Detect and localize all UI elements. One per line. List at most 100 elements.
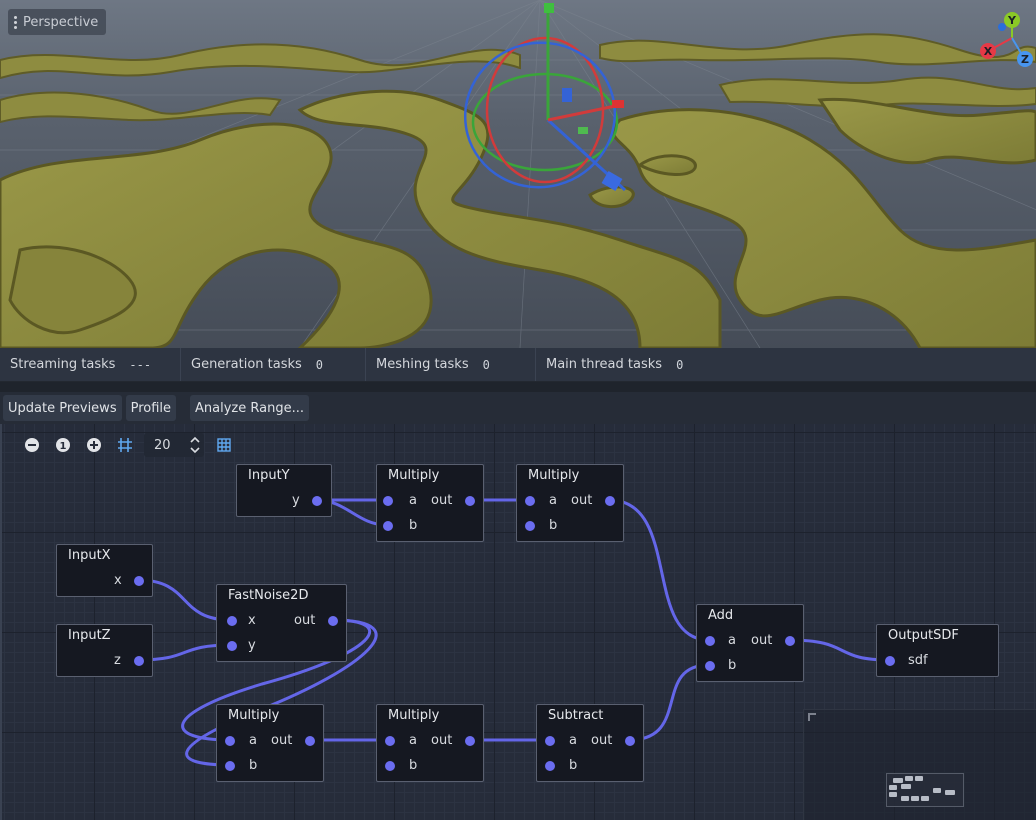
axis-labels: Y X Z: [984, 14, 1029, 66]
stat-streaming: Streaming tasks ---: [0, 348, 181, 381]
axis-z-label: Z: [1021, 53, 1029, 66]
port-label: b: [409, 758, 418, 773]
snap-value: 20: [154, 437, 171, 453]
port-label: b: [409, 518, 418, 533]
node-multiply[interactable]: Multiply a out b: [376, 704, 484, 782]
port-label: y: [292, 493, 300, 508]
update-previews-button[interactable]: Update Previews: [3, 395, 122, 421]
analyze-range-button[interactable]: Analyze Range...: [190, 395, 309, 421]
node-title: InputX: [68, 548, 111, 563]
node-title: InputZ: [68, 628, 111, 643]
port-label: out: [751, 633, 773, 648]
port-label: out: [271, 733, 293, 748]
output-port[interactable]: [305, 736, 315, 746]
node-title: InputY: [248, 468, 290, 483]
input-port[interactable]: [525, 521, 535, 531]
port-label: a: [409, 733, 417, 748]
node-title: Multiply: [388, 708, 440, 723]
output-port[interactable]: [625, 736, 635, 746]
port-label: out: [571, 493, 593, 508]
stat-value: 0: [676, 357, 684, 372]
output-port[interactable]: [465, 736, 475, 746]
port-label: x: [114, 573, 122, 588]
node-add[interactable]: Add a out b: [696, 604, 804, 682]
one-circle-icon[interactable]: 1: [51, 434, 74, 457]
svg-text:1: 1: [59, 441, 66, 452]
profile-button[interactable]: Profile: [125, 395, 177, 421]
port-label: out: [431, 733, 453, 748]
output-port[interactable]: [605, 496, 615, 506]
plus-circle-icon[interactable]: [82, 434, 105, 457]
input-port[interactable]: [885, 656, 895, 666]
port-label: a: [549, 493, 557, 508]
input-port[interactable]: [385, 761, 395, 771]
stat-value: 0: [315, 357, 324, 372]
stat-value: ---: [129, 357, 152, 372]
perspective-menu-button[interactable]: Perspective: [8, 9, 107, 35]
input-port[interactable]: [227, 616, 237, 626]
minus-circle-icon[interactable]: [20, 434, 43, 457]
input-port[interactable]: [705, 636, 715, 646]
minimap-viewport[interactable]: [886, 773, 964, 807]
port-label: a: [569, 733, 577, 748]
stat-label: Streaming tasks: [10, 357, 116, 372]
input-port[interactable]: [525, 496, 535, 506]
spinner-icon[interactable]: [190, 436, 200, 458]
input-port[interactable]: [225, 736, 235, 746]
node-title: Multiply: [228, 708, 280, 723]
output-port[interactable]: [134, 576, 144, 586]
node-inputz[interactable]: InputZ z: [56, 624, 153, 677]
input-port[interactable]: [227, 641, 237, 651]
zoom-controls: 1 20: [20, 433, 235, 457]
snap-grid-icon[interactable]: [113, 434, 136, 457]
node-fastnoise2d[interactable]: FastNoise2D x out y: [216, 584, 347, 662]
3d-viewport[interactable]: Y X Z Perspective: [0, 0, 1036, 348]
node-multiply[interactable]: Multiply a out b: [516, 464, 624, 542]
node-title: Multiply: [528, 468, 580, 483]
node-inputy[interactable]: InputY y: [236, 464, 332, 517]
port-label: a: [728, 633, 736, 648]
port-label: x: [248, 613, 256, 628]
input-port[interactable]: [383, 496, 393, 506]
output-port[interactable]: [134, 656, 144, 666]
node-inputx[interactable]: InputX x: [56, 544, 153, 597]
input-port[interactable]: [545, 761, 555, 771]
stat-label: Generation tasks: [191, 357, 302, 372]
port-label: sdf: [908, 653, 928, 668]
port-label: b: [728, 658, 737, 673]
input-port[interactable]: [705, 661, 715, 671]
port-label: b: [549, 518, 558, 533]
stat-label: Main thread tasks: [546, 357, 663, 372]
output-port[interactable]: [328, 616, 338, 626]
output-port[interactable]: [785, 636, 795, 646]
minimap-resize-handle[interactable]: [808, 713, 816, 721]
node-title: Subtract: [548, 708, 604, 723]
port-label: b: [569, 758, 578, 773]
minimap-grid-icon[interactable]: [212, 434, 235, 457]
panel-divider[interactable]: [0, 382, 1036, 392]
input-port[interactable]: [545, 736, 555, 746]
port-label: out: [591, 733, 613, 748]
stat-generation: Generation tasks 0: [181, 348, 366, 381]
node-title: Add: [708, 608, 734, 623]
task-status-bar: Streaming tasks --- Generation tasks 0 M…: [0, 348, 1036, 382]
port-label: z: [114, 653, 121, 668]
node-subtract[interactable]: Subtract a out b: [536, 704, 644, 782]
input-port[interactable]: [225, 761, 235, 771]
stat-main-thread: Main thread tasks 0: [536, 348, 693, 381]
node-multiply[interactable]: Multiply a out b: [376, 464, 484, 542]
node-multiply[interactable]: Multiply a out b: [216, 704, 324, 782]
perspective-label: Perspective: [23, 14, 99, 30]
port-label: y: [248, 638, 256, 653]
axis-y-label: Y: [1007, 14, 1017, 27]
input-port[interactable]: [385, 736, 395, 746]
input-port[interactable]: [383, 521, 393, 531]
graph-toolbar: Update Previews Profile Analyze Range...: [0, 392, 1036, 424]
node-outputsdf[interactable]: OutputSDF sdf: [876, 624, 999, 677]
node-title: Multiply: [388, 468, 440, 483]
output-port[interactable]: [465, 496, 475, 506]
graph-editor[interactable]: 1 20 InputY y Multiply a out b Multiply …: [0, 424, 1036, 820]
snap-distance-input[interactable]: 20: [144, 433, 204, 457]
output-port[interactable]: [312, 496, 322, 506]
graph-minimap[interactable]: [803, 709, 1036, 820]
